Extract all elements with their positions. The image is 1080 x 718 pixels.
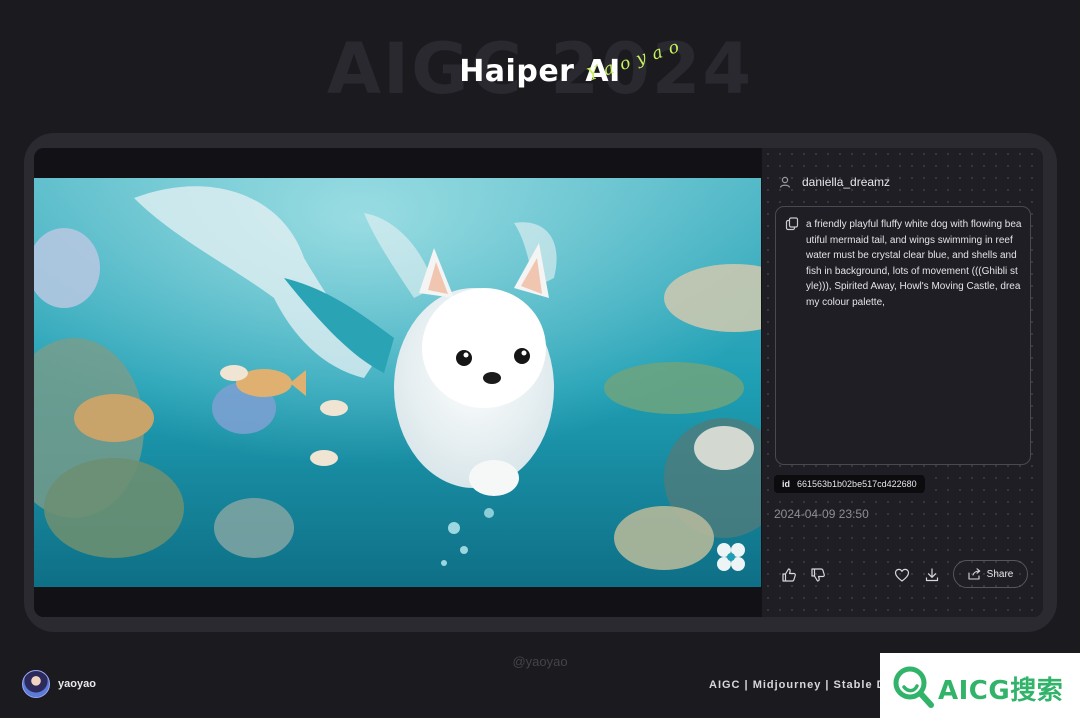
share-button[interactable]: Share bbox=[953, 560, 1028, 588]
user-row[interactable]: daniella_dreamz bbox=[778, 175, 890, 189]
magnifier-logo-icon bbox=[890, 661, 936, 716]
generated-video-frame bbox=[34, 178, 761, 587]
details-panel: daniella_dreamz a friendly playful fluff… bbox=[762, 148, 1043, 617]
id-badge[interactable]: id 661563b1b02be517cd422680 bbox=[774, 475, 925, 493]
page-title: Haiper AI bbox=[459, 54, 621, 89]
post-viewer: daniella_dreamz a friendly playful fluff… bbox=[34, 148, 1043, 617]
footer-tags: AIGC | Midjourney | Stable Diffusion bbox=[709, 679, 880, 691]
video-player[interactable] bbox=[34, 178, 761, 587]
thumbs-down-icon[interactable] bbox=[810, 567, 826, 583]
timestamp: 2024-04-09 23:50 bbox=[774, 507, 869, 521]
copy-icon[interactable] bbox=[785, 217, 799, 236]
username[interactable]: daniella_dreamz bbox=[802, 175, 890, 189]
download-icon[interactable] bbox=[924, 567, 940, 583]
share-label: Share bbox=[986, 568, 1014, 580]
share-icon bbox=[968, 568, 981, 580]
heart-icon[interactable] bbox=[894, 567, 910, 583]
avatar bbox=[22, 670, 50, 698]
id-label: id bbox=[782, 479, 790, 489]
haiper-logo-icon bbox=[715, 541, 747, 573]
prompt-box: a friendly playful fluffy white dog with… bbox=[775, 206, 1031, 465]
brand-name: AICG搜索 bbox=[938, 676, 1064, 706]
brand-watermark: AICG搜索 bbox=[880, 653, 1080, 718]
video-area bbox=[34, 148, 761, 617]
id-value: 661563b1b02be517cd422680 bbox=[797, 479, 917, 489]
user-icon bbox=[778, 175, 792, 189]
prompt-text: a friendly playful fluffy white dog with… bbox=[806, 219, 1022, 308]
author-name: yaoyao bbox=[58, 678, 96, 690]
thumbs-up-icon[interactable] bbox=[781, 567, 797, 583]
